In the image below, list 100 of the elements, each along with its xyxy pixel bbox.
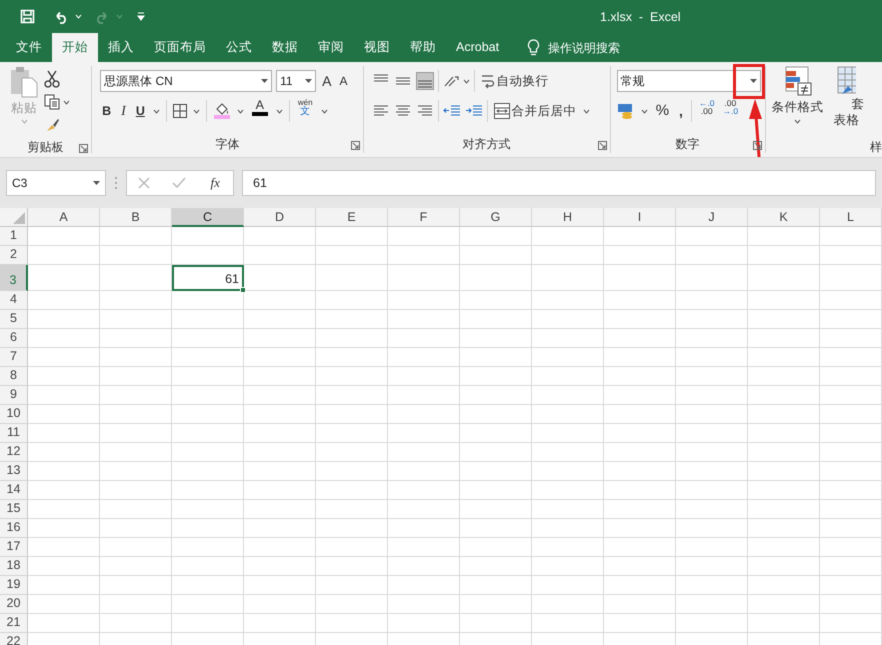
table-cell[interactable] xyxy=(244,246,316,265)
comma-button[interactable]: , xyxy=(677,99,685,123)
table-cell[interactable] xyxy=(316,348,388,367)
table-cell[interactable] xyxy=(316,557,388,576)
table-cell[interactable] xyxy=(460,246,532,265)
table-cell[interactable] xyxy=(100,246,172,265)
increase-decimal-button[interactable]: ←.0 .00 xyxy=(698,99,716,123)
format-as-table-button[interactable]: 套 表格 xyxy=(832,66,867,138)
table-cell[interactable] xyxy=(604,386,676,405)
table-cell[interactable] xyxy=(28,614,100,633)
table-cell[interactable] xyxy=(172,614,244,633)
bold-button[interactable]: B xyxy=(100,99,114,123)
table-cell[interactable] xyxy=(604,538,676,557)
table-cell[interactable] xyxy=(460,557,532,576)
table-cell[interactable] xyxy=(100,500,172,519)
merge-center-button[interactable]: 合并后居中 xyxy=(492,99,579,123)
table-cell[interactable] xyxy=(100,519,172,538)
table-cell[interactable] xyxy=(532,462,604,481)
table-cell[interactable] xyxy=(100,443,172,462)
save-icon[interactable] xyxy=(20,9,35,24)
menu-tab[interactable]: 文件 xyxy=(6,33,52,62)
table-cell[interactable] xyxy=(172,557,244,576)
table-cell[interactable] xyxy=(604,367,676,386)
table-cell[interactable] xyxy=(28,462,100,481)
table-cell[interactable] xyxy=(748,557,820,576)
table-cell[interactable] xyxy=(532,614,604,633)
cancel-icon[interactable] xyxy=(138,177,150,189)
table-cell[interactable] xyxy=(316,443,388,462)
table-cell[interactable] xyxy=(676,310,748,329)
table-cell[interactable] xyxy=(28,291,100,310)
table-cell[interactable] xyxy=(748,443,820,462)
grow-font-button[interactable]: A xyxy=(320,69,334,93)
table-cell[interactable] xyxy=(316,576,388,595)
table-cell[interactable] xyxy=(316,614,388,633)
table-cell[interactable] xyxy=(532,405,604,424)
search-hint[interactable]: 操作说明搜索 xyxy=(548,38,620,56)
row-header[interactable]: 2 xyxy=(0,246,28,265)
copy-icon[interactable] xyxy=(44,94,60,110)
fill-handle[interactable] xyxy=(240,287,246,293)
table-cell[interactable] xyxy=(100,265,172,291)
column-header[interactable]: G xyxy=(460,208,532,227)
table-cell[interactable] xyxy=(748,424,820,443)
dialog-launcher-icon[interactable] xyxy=(752,141,762,150)
table-cell[interactable] xyxy=(244,481,316,500)
table-cell[interactable] xyxy=(100,367,172,386)
table-cell[interactable] xyxy=(172,538,244,557)
customize-toolbar-icon[interactable] xyxy=(137,12,145,21)
table-cell[interactable] xyxy=(388,557,460,576)
table-cell[interactable] xyxy=(820,291,882,310)
table-cell[interactable] xyxy=(748,246,820,265)
table-cell[interactable] xyxy=(676,614,748,633)
table-cell[interactable] xyxy=(532,443,604,462)
row-header[interactable]: 11 xyxy=(0,424,28,443)
table-cell[interactable] xyxy=(316,265,388,291)
table-cell[interactable] xyxy=(100,291,172,310)
table-cell[interactable] xyxy=(820,265,882,291)
table-cell[interactable] xyxy=(172,227,244,246)
column-header[interactable]: H xyxy=(532,208,604,227)
formula-field[interactable]: 61 xyxy=(242,170,876,196)
table-cell[interactable] xyxy=(28,386,100,405)
table-cell[interactable] xyxy=(604,348,676,367)
table-cell[interactable] xyxy=(460,329,532,348)
table-cell[interactable] xyxy=(820,576,882,595)
table-cell[interactable] xyxy=(316,481,388,500)
fill-color-icon[interactable] xyxy=(212,103,231,119)
table-cell[interactable] xyxy=(604,576,676,595)
row-header[interactable]: 5 xyxy=(0,310,28,329)
table-cell[interactable] xyxy=(100,386,172,405)
table-cell[interactable] xyxy=(604,481,676,500)
table-cell[interactable] xyxy=(820,538,882,557)
table-cell[interactable] xyxy=(748,614,820,633)
table-cell[interactable] xyxy=(244,405,316,424)
table-cell[interactable] xyxy=(460,367,532,386)
table-cell[interactable] xyxy=(532,348,604,367)
menu-tab[interactable]: 插入 xyxy=(98,33,144,62)
table-cell[interactable] xyxy=(28,265,100,291)
enter-check-icon[interactable] xyxy=(172,177,186,189)
table-cell[interactable] xyxy=(244,310,316,329)
table-cell[interactable] xyxy=(100,348,172,367)
name-box[interactable]: C3 xyxy=(6,170,106,196)
table-cell[interactable] xyxy=(388,348,460,367)
table-cell[interactable] xyxy=(28,405,100,424)
table-cell[interactable] xyxy=(316,500,388,519)
table-cell[interactable] xyxy=(460,424,532,443)
table-cell[interactable] xyxy=(28,329,100,348)
table-cell[interactable] xyxy=(316,519,388,538)
table-cell[interactable] xyxy=(316,246,388,265)
table-cell[interactable] xyxy=(604,329,676,348)
column-header[interactable]: E xyxy=(316,208,388,227)
table-cell[interactable] xyxy=(28,310,100,329)
table-cell[interactable] xyxy=(28,576,100,595)
table-cell[interactable] xyxy=(388,291,460,310)
font-name-field[interactable]: 思源黑体 CN xyxy=(100,70,272,92)
table-cell[interactable] xyxy=(532,386,604,405)
table-cell[interactable] xyxy=(388,310,460,329)
borders-icon[interactable] xyxy=(172,104,187,118)
table-cell[interactable] xyxy=(460,386,532,405)
table-cell[interactable] xyxy=(28,500,100,519)
table-cell[interactable] xyxy=(28,227,100,246)
row-header[interactable]: 9 xyxy=(0,386,28,405)
